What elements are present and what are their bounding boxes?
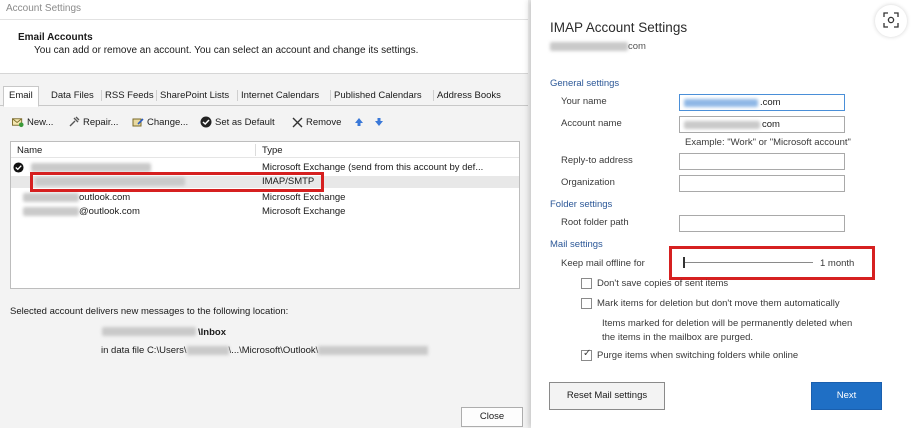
repair-icon	[68, 116, 80, 128]
tab-sharepoint-lists[interactable]: SharePoint Lists	[156, 90, 232, 101]
account-type: Microsoft Exchange	[262, 206, 346, 217]
tab-rss-feeds[interactable]: RSS Feeds	[101, 90, 157, 101]
title-bar: Account Settings	[0, 0, 528, 20]
account-name-input[interactable]: com	[679, 116, 845, 133]
remove-label: Remove	[306, 116, 342, 128]
account-type: Microsoft Exchange (send from this accou…	[262, 162, 484, 173]
delivery-description: Selected account delivers new messages t…	[10, 306, 289, 317]
next-button[interactable]: Next	[811, 382, 882, 410]
section-general-settings: General settings	[550, 78, 620, 89]
table-row[interactable]: IMAP/SMTP	[11, 176, 519, 188]
label-root-folder: Root folder path	[561, 217, 629, 228]
account-list: Name Type Microsoft Exchange (send from …	[10, 141, 520, 289]
account-type: Microsoft Exchange	[262, 192, 346, 203]
mail-add-icon	[12, 116, 24, 128]
scan-button[interactable]	[875, 5, 907, 37]
tab-data-files[interactable]: Data Files	[48, 90, 97, 101]
tab-published-calendars[interactable]: Published Calendars	[330, 90, 425, 101]
toolbar: New... Repair... Change... Set as Defaul…	[10, 113, 520, 131]
deletion-note-line2: the items in the mailbox are purged.	[602, 332, 754, 343]
table-row[interactable]: outlook.com Microsoft Exchange	[11, 192, 519, 204]
keep-offline-slider-track[interactable]	[685, 262, 813, 263]
tab-strip: Email Data Files RSS Feeds SharePoint Li…	[0, 86, 528, 107]
repair-label: Repair...	[83, 116, 119, 128]
tab-internet-calendars[interactable]: Internet Calendars	[237, 90, 322, 101]
section-folder-settings: Folder settings	[550, 199, 613, 210]
move-up-button[interactable]	[353, 116, 365, 128]
account-settings-window: Account Settings Email Accounts You can …	[0, 0, 528, 428]
account-name: @outlook.com	[79, 206, 140, 217]
arrow-down-icon	[373, 116, 385, 128]
arrow-up-icon	[353, 116, 365, 128]
scan-icon	[883, 11, 899, 31]
account-name-hint: Example: "Work" or "Microsoft account"	[685, 137, 851, 148]
reply-to-input[interactable]	[679, 153, 845, 170]
set-default-button[interactable]: Set as Default	[200, 116, 275, 128]
table-row[interactable]: @outlook.com Microsoft Exchange	[11, 206, 519, 218]
dont-save-sent-checkbox[interactable]	[581, 278, 592, 289]
label-reply-to: Reply-to address	[561, 155, 633, 166]
move-down-button[interactable]	[373, 116, 385, 128]
label-your-name: Your name	[561, 96, 607, 107]
label-account-name: Account name	[561, 118, 622, 129]
column-header-name[interactable]: Name	[17, 145, 42, 156]
purge-items-label: Purge items when switching folders while…	[597, 350, 799, 361]
keep-offline-slider-thumb[interactable]	[683, 257, 685, 268]
account-type: IMAP/SMTP	[262, 176, 315, 187]
account-name: outlook.com	[79, 192, 131, 203]
mark-for-deletion-checkbox[interactable]	[581, 298, 592, 309]
delivery-folder: \Inbox	[198, 327, 226, 338]
default-check-icon	[13, 162, 24, 176]
close-icon	[291, 116, 303, 128]
your-name-input[interactable]: .com	[679, 94, 845, 111]
organization-input[interactable]	[679, 175, 845, 192]
mark-for-deletion-label: Mark items for deletion but don't move t…	[597, 298, 840, 309]
change-icon	[132, 116, 144, 128]
account-list-header: Name Type	[11, 142, 519, 158]
header: Email Accounts You can add or remove an …	[0, 20, 528, 74]
imap-settings-panel: IMAP Account Settings com General settin…	[531, 0, 911, 428]
new-button[interactable]: New...	[12, 116, 53, 128]
delivery-data-file: in data file C:\Users\ \...\Microsoft\Out…	[101, 345, 429, 356]
set-default-label: Set as Default	[215, 116, 275, 128]
section-mail-settings: Mail settings	[550, 239, 603, 250]
keep-offline-value: 1 month	[820, 258, 855, 269]
change-label: Change...	[147, 116, 189, 128]
header-heading: Email Accounts	[18, 32, 93, 43]
data-file-middle: \...\Microsoft\Outlook\	[228, 345, 319, 356]
dont-save-sent-label: Don't save copies of sent items	[597, 278, 729, 289]
change-button[interactable]: Change...	[132, 116, 188, 128]
purge-items-checkbox[interactable]	[581, 348, 592, 361]
tab-address-books[interactable]: Address Books	[433, 90, 504, 101]
window-title: Account Settings	[6, 3, 82, 14]
repair-button[interactable]: Repair...	[68, 116, 118, 128]
reset-mail-settings-button[interactable]: Reset Mail settings	[549, 382, 665, 410]
data-file-prefix: in data file C:\Users\	[101, 345, 187, 356]
remove-button[interactable]: Remove	[291, 116, 341, 128]
label-keep-offline: Keep mail offline for	[561, 258, 645, 269]
header-description: You can add or remove an account. You ca…	[34, 45, 419, 56]
new-label: New...	[27, 116, 54, 128]
tab-email[interactable]: Email	[3, 86, 39, 107]
deletion-note-line1: Items marked for deletion will be perman…	[602, 318, 853, 329]
check-circle-icon	[200, 116, 212, 128]
column-header-type[interactable]: Type	[262, 145, 283, 156]
label-organization: Organization	[561, 177, 615, 188]
close-button[interactable]: Close	[461, 407, 523, 427]
imap-subtitle: com	[628, 41, 646, 52]
root-folder-input[interactable]	[679, 215, 845, 232]
imap-title: IMAP Account Settings	[550, 20, 688, 35]
table-row[interactable]: Microsoft Exchange (send from this accou…	[11, 162, 519, 174]
